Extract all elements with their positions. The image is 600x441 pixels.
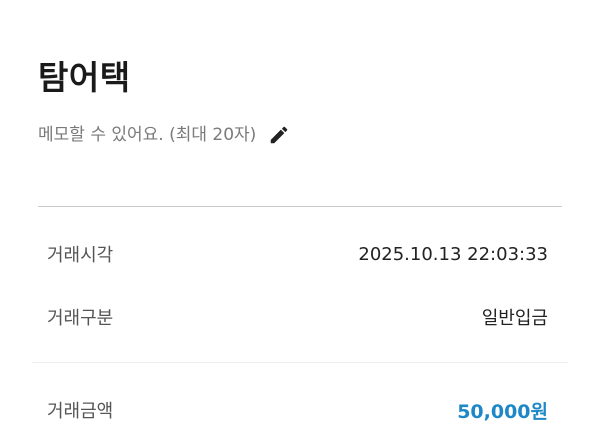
time-label: 거래시각 <box>47 245 114 266</box>
memo-edit-row[interactable]: 메모할 수 있어요. (최대 20자) <box>38 121 290 149</box>
memo-placeholder: 메모할 수 있어요. (최대 20자) <box>38 125 257 145</box>
pencil-icon[interactable] <box>268 124 290 146</box>
amount-value: 50,000원 <box>457 400 548 423</box>
divider <box>38 206 562 207</box>
amount-label: 거래금액 <box>47 401 114 422</box>
detail-row-amount: 거래금액 50,000원 <box>47 395 548 425</box>
page-title: 탐어택 <box>38 58 131 97</box>
type-value: 일반입금 <box>481 308 548 329</box>
time-value: 2025.10.13 22:03:33 <box>358 243 548 265</box>
detail-row-time: 거래시각 2025.10.13 22:03:33 <box>47 239 548 269</box>
type-label: 거래구분 <box>47 308 114 329</box>
divider <box>32 362 568 363</box>
detail-row-type: 거래구분 일반입금 <box>47 302 548 332</box>
